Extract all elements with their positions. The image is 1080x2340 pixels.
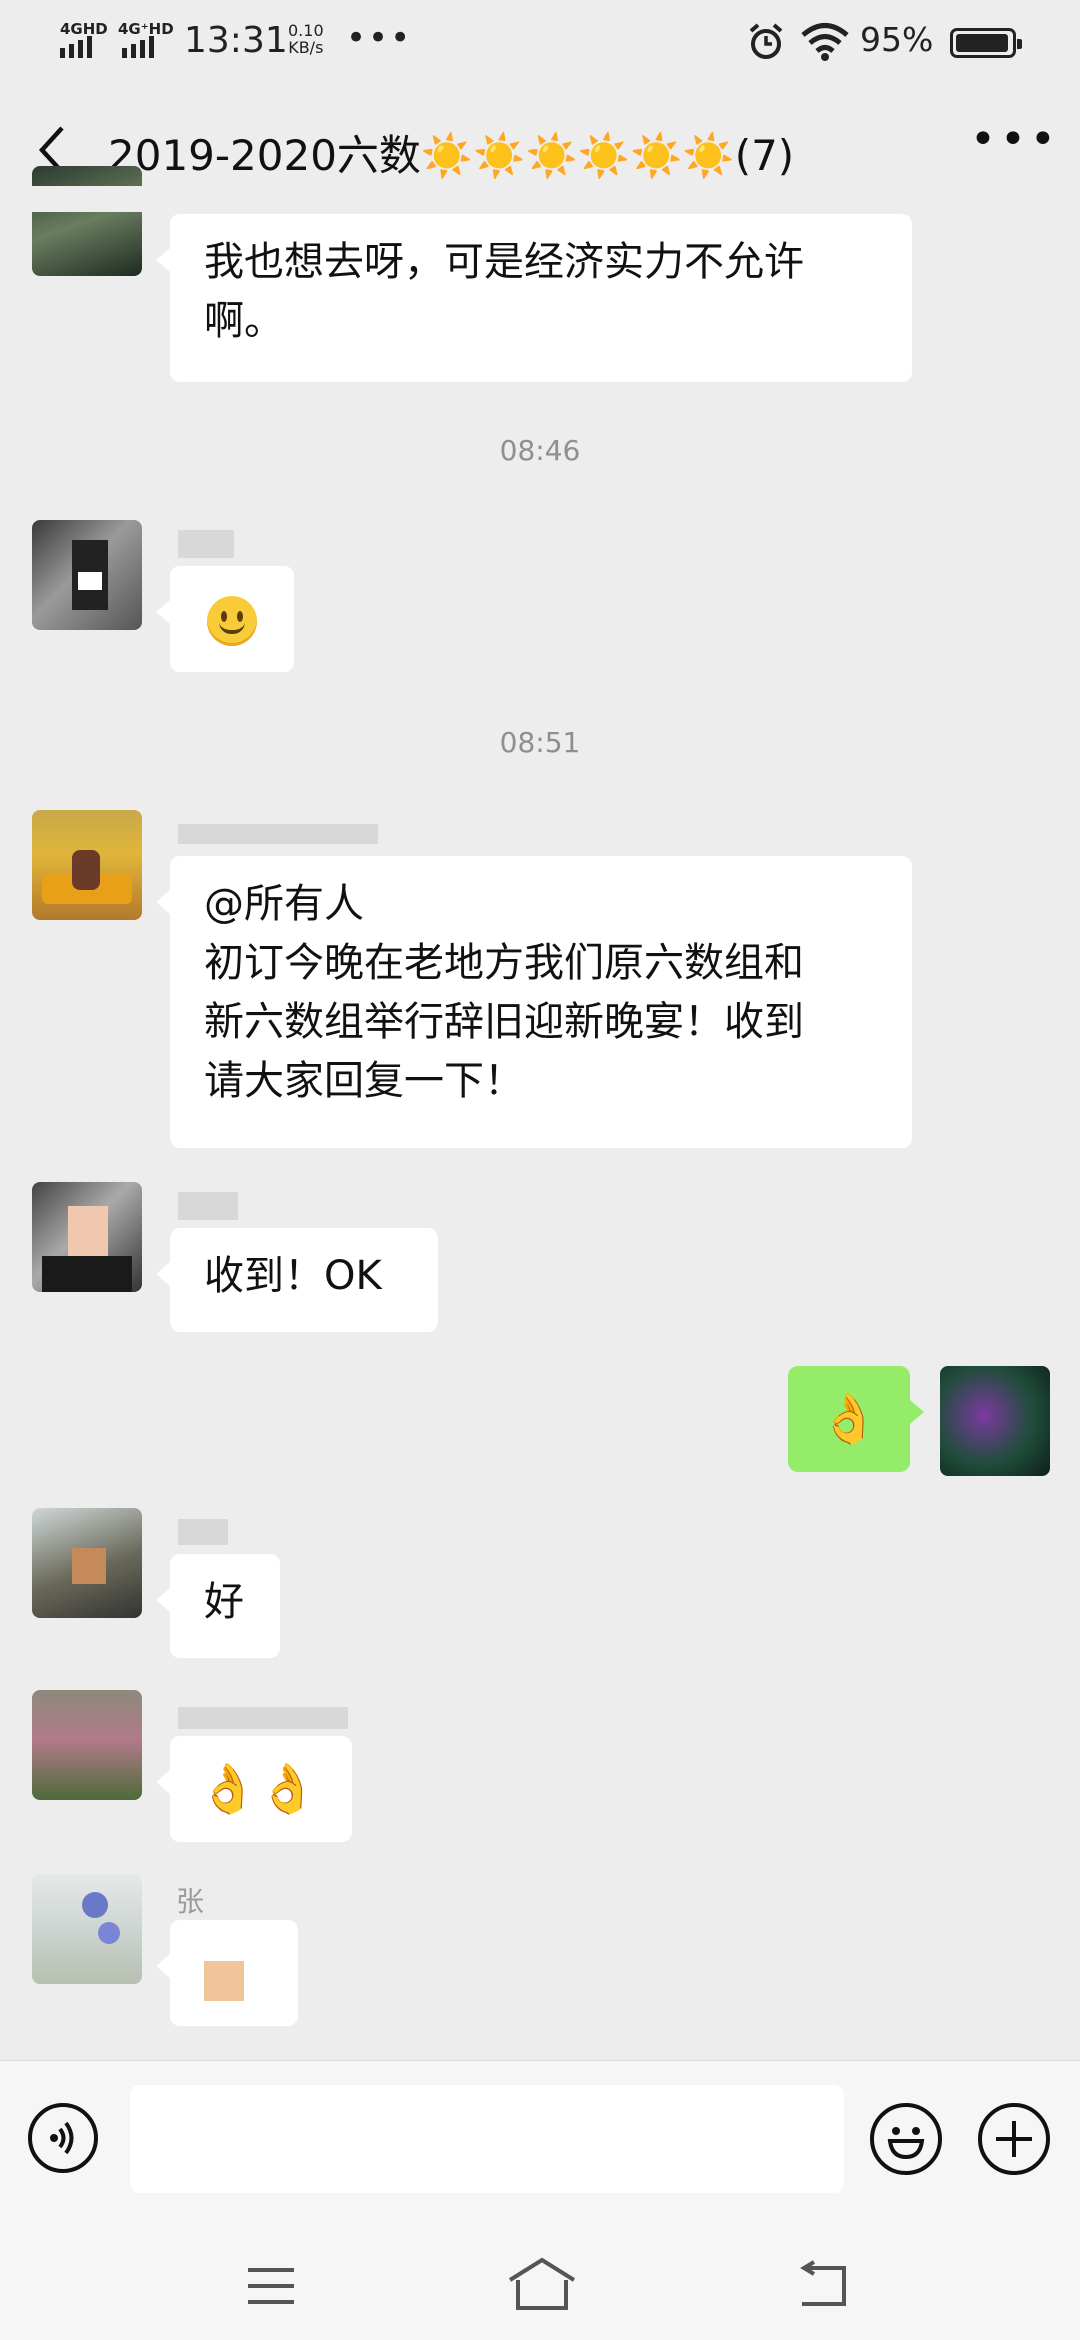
timestamp: 08:46: [499, 434, 581, 467]
battery-percent: 95%: [860, 20, 934, 59]
plus-icon: [996, 2121, 1032, 2157]
chat-title: 2019-2020六数☀️☀️☀️☀️☀️☀️(7): [108, 131, 795, 180]
signal-icon: [60, 36, 92, 58]
message-bubble-self[interactable]: 👌: [788, 1366, 924, 1472]
status-time: 13:31: [184, 20, 288, 61]
message-text-line: 啊。: [204, 298, 284, 344]
message-text: 好: [204, 1579, 244, 1625]
avatar[interactable]: [32, 1508, 142, 1618]
home-icon[interactable]: [506, 2256, 578, 2312]
avatar[interactable]: [32, 520, 142, 630]
message-bubble[interactable]: 我也想去呀，可是经济实力不允许 啊。: [156, 214, 912, 382]
message-text-line: 新六数组举行辞旧迎新晚宴！收到: [204, 999, 804, 1045]
more-options-button[interactable]: •••: [970, 118, 1056, 180]
self-avatar[interactable]: [940, 1366, 1050, 1476]
avatar[interactable]: [32, 810, 142, 920]
sender-name: [178, 816, 378, 849]
back-icon[interactable]: [792, 2260, 852, 2310]
avatar[interactable]: [32, 166, 142, 276]
more-functions-button[interactable]: [978, 2103, 1050, 2175]
message-bubble[interactable]: [156, 566, 294, 672]
avatar[interactable]: [32, 1182, 142, 1292]
message-bubble[interactable]: 好: [156, 1554, 280, 1658]
notification-more-icon: •••: [346, 18, 413, 58]
voice-icon: [50, 2121, 74, 2155]
ok-hand-emoji-icon: 👌: [819, 1391, 879, 1447]
signal-icon: [122, 36, 154, 58]
battery-icon: [950, 28, 1022, 58]
menu-icon[interactable]: [246, 2266, 296, 2306]
emoji-button[interactable]: [870, 2103, 942, 2175]
alarm-icon: [749, 23, 783, 59]
timestamp: 08:51: [499, 726, 581, 759]
sender-name: [178, 526, 234, 559]
wifi-icon: [801, 23, 849, 61]
message-bubble[interactable]: 👌👌: [156, 1736, 352, 1842]
message-text: 收到！OK: [204, 1253, 382, 1299]
avatar[interactable]: [32, 1690, 142, 1800]
message-bubble[interactable]: 收到！OK: [156, 1228, 438, 1332]
header-shadow-cover: [0, 186, 1080, 212]
ok-hand-emoji-icon: 👌: [257, 1761, 318, 1817]
status-bar: 4GHD 4G⁺HD 13:31 0.10 KB/s ••• 95%: [0, 0, 1080, 86]
system-nav-bar: [0, 2210, 1080, 2340]
sender-name: [178, 1188, 238, 1221]
sender-name: [178, 1514, 228, 1547]
speed-value: 0.10: [288, 21, 324, 40]
smile-emoji-icon: [207, 596, 257, 646]
message-bubble[interactable]: [156, 1920, 298, 2026]
blurred-emoji-icon: [204, 1961, 244, 2001]
speed-unit: KB/s: [288, 38, 324, 57]
message-text-line: 请大家回复一下！: [204, 1058, 524, 1104]
message-input[interactable]: [130, 2085, 844, 2193]
mention-all: @所有人: [204, 881, 364, 927]
chat-input-bar: [0, 2060, 1080, 2211]
message-text-line: 初订今晚在老地方我们原六数组和: [204, 940, 804, 986]
network-speed: 0.10 KB/s: [288, 22, 324, 56]
emoji-face-icon: [887, 2127, 925, 2160]
ok-hand-emoji-icon: 👌: [198, 1761, 258, 1817]
message-text-line: 我也想去呀，可是经济实力不允许: [204, 239, 804, 285]
avatar[interactable]: [32, 1874, 142, 1984]
message-bubble[interactable]: @所有人 初订今晚在老地方我们原六数组和 新六数组举行辞旧迎新晚宴！收到 请大家…: [156, 856, 912, 1148]
voice-input-button[interactable]: [28, 2103, 98, 2173]
sender-name-visible-char: 张: [176, 1885, 205, 1918]
